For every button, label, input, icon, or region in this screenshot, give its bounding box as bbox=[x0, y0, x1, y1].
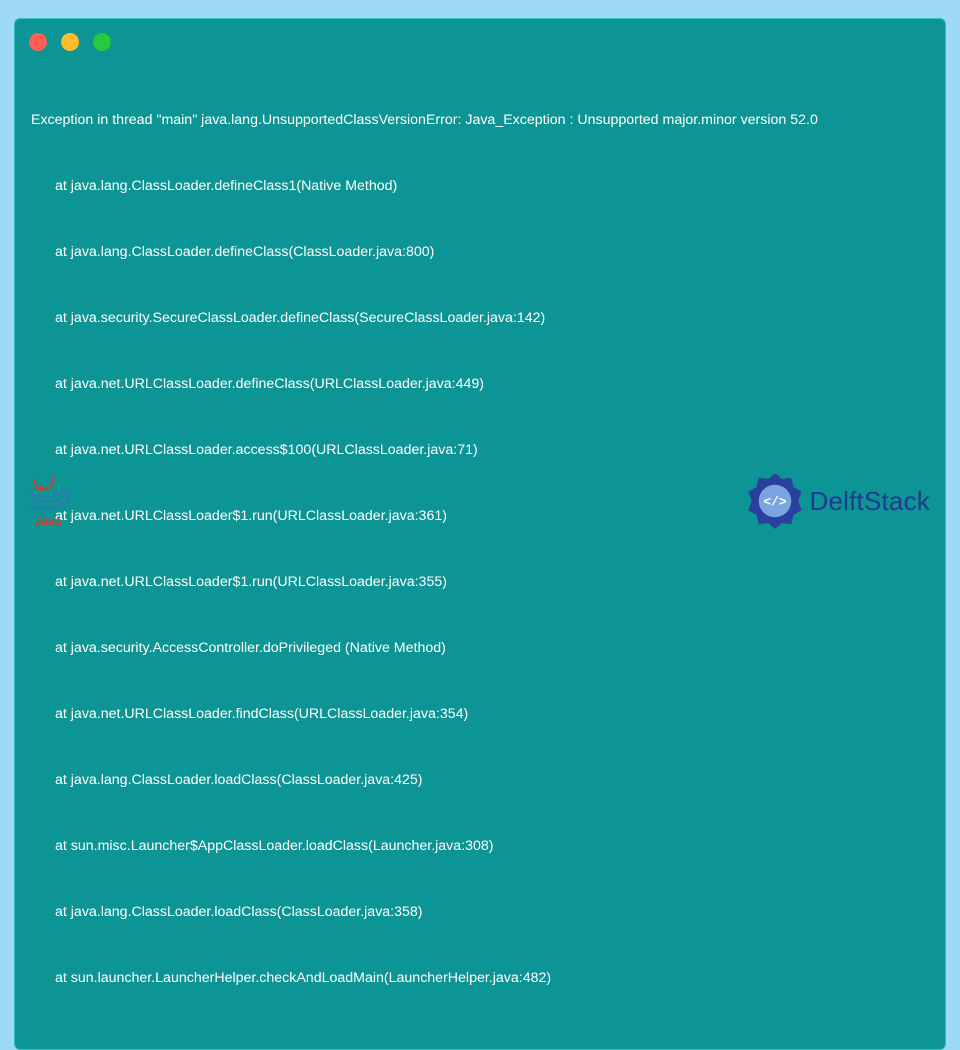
stack-frame: at java.lang.ClassLoader.defineClass(Cla… bbox=[31, 241, 929, 263]
delftstack-medallion-icon: </> bbox=[746, 472, 804, 530]
java-cup-icon bbox=[30, 474, 66, 512]
stack-frame: at java.lang.ClassLoader.loadClass(Class… bbox=[31, 901, 929, 923]
java-logo: Java bbox=[30, 474, 66, 528]
java-label: Java bbox=[35, 514, 62, 528]
terminal-window: Exception in thread "main" java.lang.Uns… bbox=[14, 18, 946, 1050]
close-icon[interactable] bbox=[29, 33, 47, 51]
delftstack-label: DelftStack bbox=[810, 486, 931, 517]
exception-header: Exception in thread "main" java.lang.Uns… bbox=[31, 109, 929, 131]
window-titlebar bbox=[15, 19, 945, 61]
minimize-icon[interactable] bbox=[61, 33, 79, 51]
stack-frame: at java.lang.ClassLoader.loadClass(Class… bbox=[31, 769, 929, 791]
svg-text:</>: </> bbox=[763, 495, 786, 510]
stack-frame: at sun.misc.Launcher$AppClassLoader.load… bbox=[31, 835, 929, 857]
footer: Java </> DelftStack bbox=[0, 472, 960, 530]
stack-frame: at java.lang.ClassLoader.defineClass1(Na… bbox=[31, 175, 929, 197]
maximize-icon[interactable] bbox=[93, 33, 111, 51]
stack-frame: at java.net.URLClassLoader$1.run(URLClas… bbox=[31, 571, 929, 593]
stack-frame: at java.security.AccessController.doPriv… bbox=[31, 637, 929, 659]
delftstack-logo: </> DelftStack bbox=[746, 472, 931, 530]
stack-frame: at java.net.URLClassLoader.defineClass(U… bbox=[31, 373, 929, 395]
stack-frame: at java.net.URLClassLoader.access$100(UR… bbox=[31, 439, 929, 461]
stack-frame: at sun.launcher.LauncherHelper.checkAndL… bbox=[31, 967, 929, 989]
stack-frame: at java.net.URLClassLoader.findClass(URL… bbox=[31, 703, 929, 725]
stack-trace: Exception in thread "main" java.lang.Uns… bbox=[15, 61, 945, 1033]
stack-frame: at java.security.SecureClassLoader.defin… bbox=[31, 307, 929, 329]
